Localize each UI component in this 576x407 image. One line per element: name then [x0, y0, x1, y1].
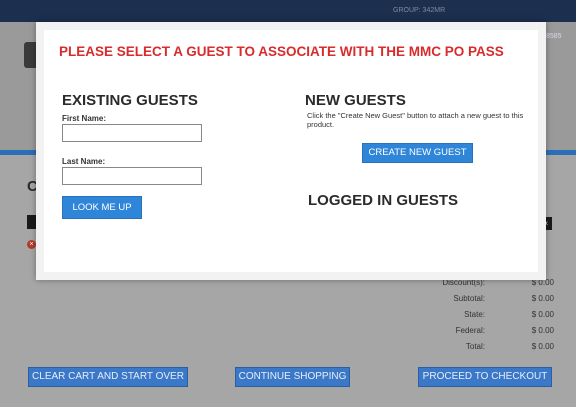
totals-label: State:: [464, 310, 485, 319]
totals-row: Total: $ 0.00: [400, 342, 560, 358]
totals-label: Total:: [465, 342, 485, 351]
guest-select-modal: PLEASE SELECT A GUEST TO ASSOCIATE WITH …: [36, 22, 546, 280]
group-label: GROUP: 342MR: [393, 7, 446, 14]
top-bar: GROUP: 342MR: [0, 0, 576, 22]
totals-label: Subtotal:: [453, 294, 485, 303]
first-name-label: First Name:: [62, 114, 107, 123]
last-name-field[interactable]: [62, 167, 202, 185]
modal-content: PLEASE SELECT A GUEST TO ASSOCIATE WITH …: [44, 30, 538, 272]
new-guest-hint: Click the "Create New Guest" button to a…: [307, 111, 524, 129]
totals-value: $ 0.00: [531, 310, 554, 319]
totals-row: State: $ 0.00: [400, 310, 560, 326]
existing-guests-heading: EXISTING GUESTS: [62, 92, 198, 109]
phone-fragment: 8585: [546, 33, 562, 40]
totals-value: $ 0.00: [531, 326, 554, 335]
totals-row: Subtotal: $ 0.00: [400, 294, 560, 310]
look-me-up-button[interactable]: LOOK ME UP: [62, 196, 142, 219]
modal-title: PLEASE SELECT A GUEST TO ASSOCIATE WITH …: [59, 44, 504, 59]
create-new-guest-button[interactable]: CREATE NEW GUEST: [362, 143, 473, 163]
totals-value: $ 0.00: [531, 294, 554, 303]
logged-in-guests-heading: LOGGED IN GUESTS: [308, 192, 459, 209]
clear-cart-button[interactable]: CLEAR CART AND START OVER: [28, 367, 188, 387]
totals-value: $ 0.00: [531, 342, 554, 351]
totals-label: Federal:: [455, 326, 485, 335]
first-name-field[interactable]: [62, 124, 202, 142]
totals-row: Discount(s): $ 0.00: [400, 278, 560, 294]
cart-totals: Discount(s): $ 0.00 Subtotal: $ 0.00 Sta…: [400, 278, 560, 358]
proceed-to-checkout-button[interactable]: PROCEED TO CHECKOUT: [418, 367, 552, 387]
remove-item-icon[interactable]: ×: [27, 240, 36, 249]
continue-shopping-button[interactable]: CONTINUE SHOPPING: [235, 367, 350, 387]
totals-row: Federal: $ 0.00: [400, 326, 560, 342]
new-guests-heading: NEW GUESTS: [305, 92, 406, 109]
last-name-label: Last Name:: [62, 157, 106, 166]
